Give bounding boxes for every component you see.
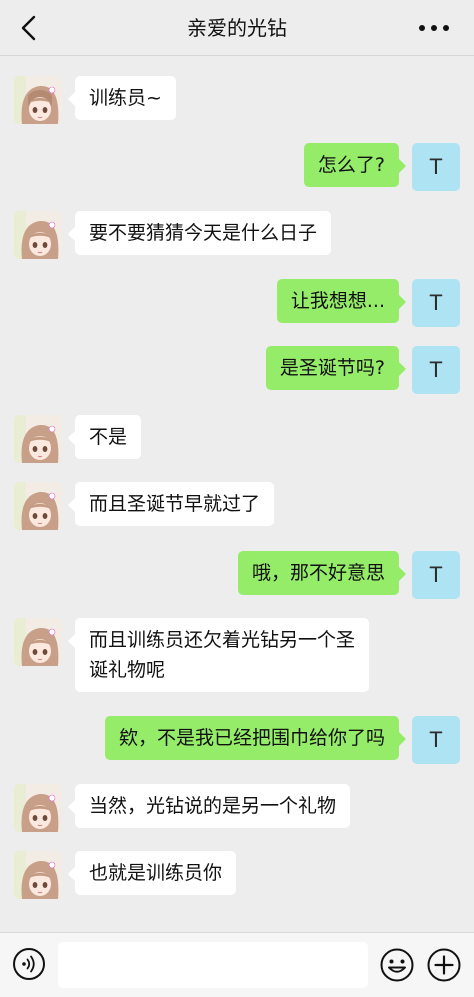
- message-bubble-received: 训练员~: [68, 76, 176, 120]
- plus-icon[interactable]: [426, 947, 462, 983]
- contact-avatar[interactable]: [14, 851, 62, 899]
- message-bubble-sent: 欸，不是我已经把围巾给你了吗: [104, 716, 407, 760]
- contact-avatar[interactable]: [14, 482, 62, 530]
- contact-avatar[interactable]: [14, 211, 62, 259]
- more-dots-icon[interactable]: [416, 16, 452, 40]
- self-avatar[interactable]: T: [412, 143, 460, 191]
- self-avatar[interactable]: T: [412, 346, 460, 394]
- input-bar: [0, 932, 474, 997]
- emoji-icon[interactable]: [379, 947, 415, 983]
- message-bubble-received: 不是: [67, 415, 142, 459]
- message-bubble-received: 要不要猜猜今天是什么日子: [67, 211, 332, 255]
- message-bubble-received: 而且训练员还欠着光钻另一个圣 诞礼物呢: [67, 618, 370, 692]
- contact-avatar[interactable]: [14, 618, 62, 666]
- contact-avatar[interactable]: [14, 76, 62, 124]
- chat-header: 亲爱的光钻: [0, 0, 474, 56]
- message-bubble-sent: 哦，那不好意思: [237, 551, 407, 595]
- message-bubble-received: 而且圣诞节早就过了: [67, 482, 275, 526]
- self-avatar[interactable]: T: [412, 551, 460, 599]
- message-bubble-sent: 怎么了?: [303, 143, 407, 187]
- message-input[interactable]: [58, 942, 368, 988]
- message-bubble-received: 当然，光钻说的是另一个礼物: [67, 784, 351, 828]
- message-bubble-received: 也就是训练员你: [67, 851, 237, 895]
- voice-icon[interactable]: [12, 947, 46, 981]
- self-avatar[interactable]: T: [412, 716, 460, 764]
- message-bubble-sent: 是圣诞节吗?: [265, 346, 407, 390]
- contact-avatar[interactable]: [14, 415, 62, 463]
- chat-title: 亲爱的光钻: [187, 16, 287, 40]
- self-avatar[interactable]: T: [412, 279, 460, 327]
- message-bubble-sent: 让我想想...: [276, 279, 407, 323]
- contact-avatar[interactable]: [14, 784, 62, 832]
